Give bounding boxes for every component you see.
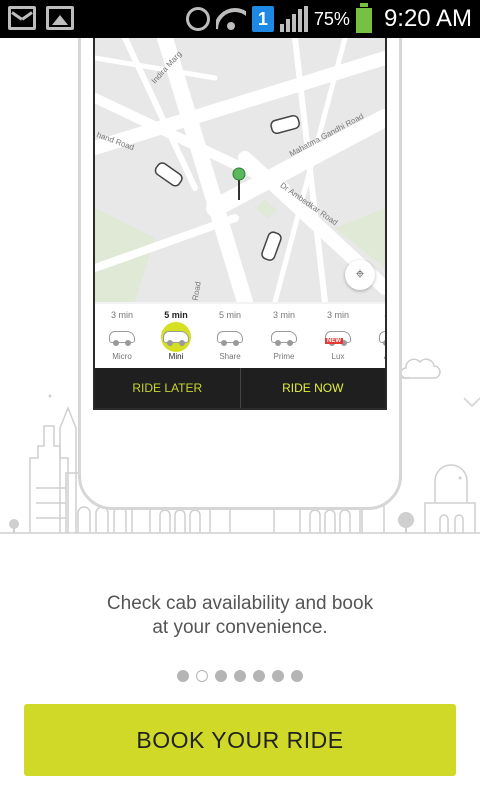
system-icons: 1 75% 9:20 AM [185, 0, 472, 38]
battery-icon [355, 3, 372, 33]
cab-option-mini[interactable]: 5 min Mini [149, 304, 203, 368]
cab-name: Mini [168, 352, 184, 361]
gallery-icon [46, 6, 74, 30]
my-location-button[interactable]: ⌖ [345, 260, 375, 290]
cab-option-auto[interactable]: 4 m Auto [365, 304, 385, 368]
ride-later-button[interactable]: RIDE LATER [95, 368, 241, 408]
status-bar: 1 75% 9:20 AM [0, 0, 480, 38]
signal-icon [279, 6, 308, 32]
caption-line: Check cab availability and book [106, 593, 374, 614]
cab-eta: 3 min [326, 310, 349, 320]
page-dot-active[interactable] [196, 670, 208, 682]
page-dot[interactable] [291, 670, 303, 682]
caption-line: at your convenience. [152, 617, 328, 638]
clock: 9:20 AM [383, 5, 472, 32]
cab-option-lux[interactable]: 3 min NEW Lux [311, 304, 365, 368]
wifi-icon [216, 6, 246, 32]
cab-eta: 5 min [218, 310, 241, 320]
cab-name: Lux [331, 352, 345, 361]
cab-option-share[interactable]: 5 min Share [203, 304, 257, 368]
map-roads [95, 38, 385, 302]
car-icon [271, 331, 297, 346]
onboarding-illustration: Indira Marg Mahatma Gandhi Road Dr Ambed… [0, 38, 480, 548]
cab-eta: 3 min [110, 310, 133, 320]
cab-type-selector[interactable]: 3 min Micro 5 min Mini 5 min Share 3 min… [95, 304, 385, 368]
cab-name: Share [219, 352, 241, 361]
cab-option-micro[interactable]: 3 min Micro [95, 304, 149, 368]
page-dot[interactable] [234, 670, 246, 682]
cab-eta: 4 m [365, 310, 385, 322]
notification-icons [8, 6, 74, 30]
cab-name: Micro [112, 352, 132, 361]
cab-eta: 3 min [272, 310, 295, 320]
crosshair-icon: ⌖ [355, 266, 365, 283]
map-view: Indira Marg Mahatma Gandhi Road Dr Ambed… [95, 38, 385, 302]
page-indicator [0, 670, 480, 682]
car-icon [163, 331, 189, 346]
phone-screen: Indira Marg Mahatma Gandhi Road Dr Ambed… [93, 38, 387, 410]
cab-name: Prime [273, 352, 295, 361]
page-dot[interactable] [177, 670, 189, 682]
car-icon [109, 331, 135, 346]
page-dot[interactable] [272, 670, 284, 682]
page-dot[interactable] [253, 670, 265, 682]
auto-rickshaw-icon [379, 331, 385, 346]
sim-icon: 1 [251, 6, 274, 32]
gmail-icon [8, 6, 36, 30]
cab-option-prime[interactable]: 3 min Prime [257, 304, 311, 368]
onboarding-caption: Check cab availability and book at your … [40, 592, 440, 640]
book-your-ride-button[interactable]: BOOK YOUR RIDE [24, 704, 456, 776]
new-badge: NEW [325, 338, 343, 344]
alarm-icon [185, 7, 210, 31]
page-dot[interactable] [215, 670, 227, 682]
ride-now-button[interactable]: RIDE NOW [241, 368, 386, 408]
cab-name: Auto [365, 352, 385, 361]
car-icon [217, 331, 243, 346]
battery-percent: 75% [313, 8, 350, 29]
cab-eta: 5 min [164, 310, 188, 320]
ride-action-bar: RIDE LATER RIDE NOW [95, 368, 385, 408]
